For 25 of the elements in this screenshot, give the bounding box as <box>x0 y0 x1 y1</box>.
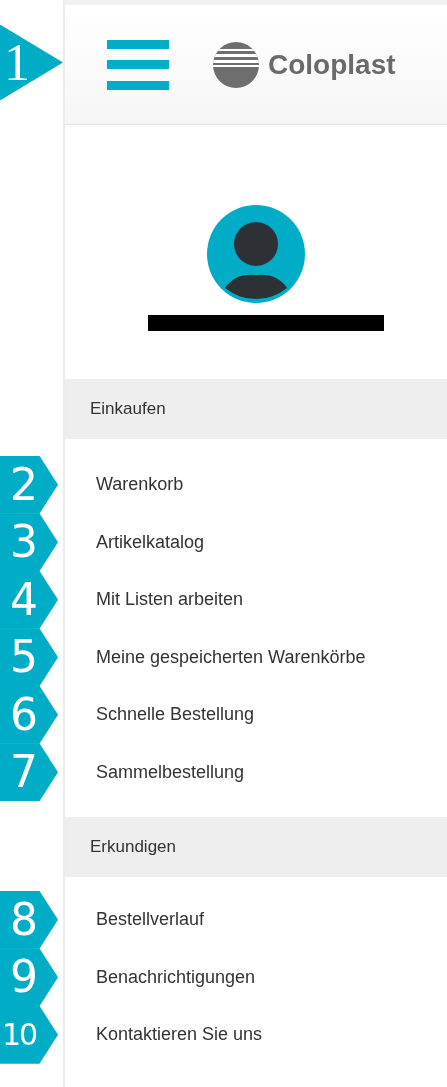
menu-icon[interactable] <box>107 39 169 90</box>
menu-item[interactable]: Meine gespeicherten Warenkörbe <box>96 646 366 668</box>
menu-item[interactable]: Benachrichtigungen <box>96 966 256 988</box>
menu-item[interactable]: Sammelbestellung <box>96 761 245 783</box>
avatar-icon <box>207 205 305 303</box>
menu-item[interactable]: Schnelle Bestellung <box>96 704 255 726</box>
menu-item[interactable]: Bestellverlauf <box>96 909 205 931</box>
menu-item[interactable]: Warenkorb <box>96 474 184 496</box>
menu-item[interactable]: Artikelkatalog <box>96 531 205 553</box>
step-marker: 1 <box>0 24 63 101</box>
logo-icon <box>213 41 259 88</box>
step-marker: 7 <box>0 743 58 802</box>
step-marker: 5 <box>0 628 58 687</box>
step-marker: 9 <box>0 948 58 1007</box>
section-heading: Einkaufen <box>90 399 166 419</box>
step-marker: 8 <box>0 890 58 949</box>
step-marker: 6 <box>0 685 58 744</box>
logo-text: Coloplast <box>268 48 396 81</box>
menu-item[interactable]: Kontaktieren Sie uns <box>96 1024 263 1046</box>
step-marker: 10 <box>0 1005 58 1064</box>
step-marker: 2 <box>0 455 58 514</box>
step-marker: 4 <box>0 570 58 629</box>
section-heading: Erkundigen <box>90 837 176 857</box>
step-marker: 3 <box>0 513 58 572</box>
menu-item[interactable]: Mit Listen arbeiten <box>96 589 244 611</box>
